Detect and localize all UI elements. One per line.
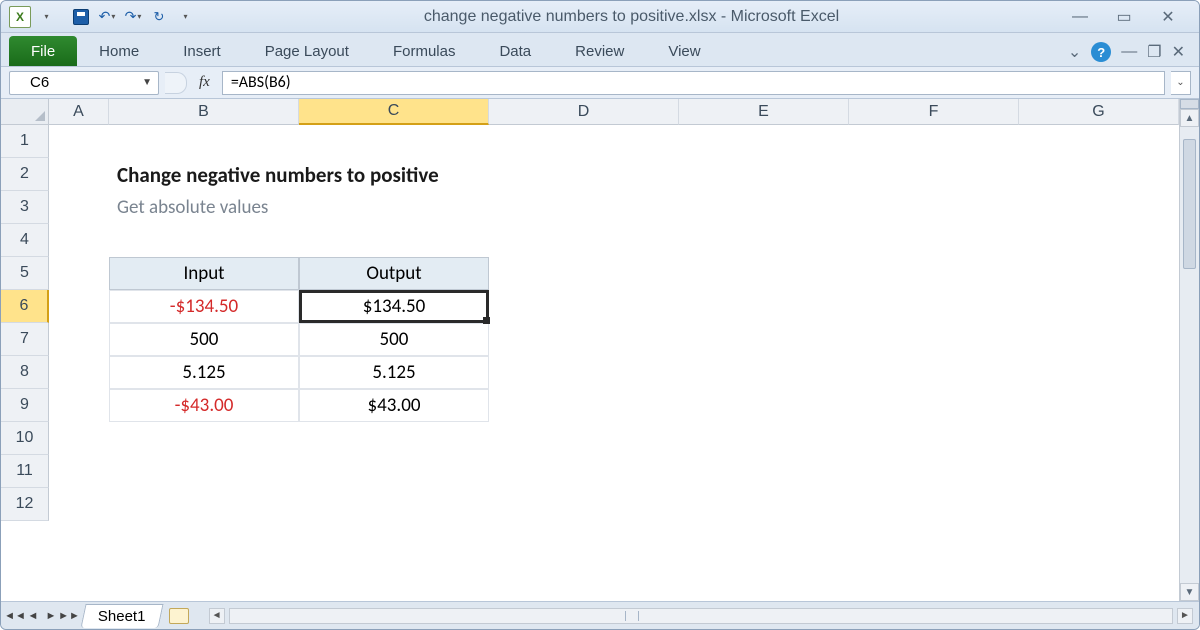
row-headers: 123456789101112 [1, 125, 49, 601]
column-header-C[interactable]: C [299, 99, 489, 125]
row-header-7[interactable]: 7 [1, 323, 49, 356]
cell-output-row6[interactable]: $134.50 [299, 290, 489, 323]
cancel-formula-button[interactable] [165, 72, 187, 94]
column-header-F[interactable]: F [849, 99, 1019, 125]
tab-formulas[interactable]: Formulas [371, 36, 478, 66]
tab-view[interactable]: View [646, 36, 722, 66]
help-icon[interactable]: ? [1091, 42, 1111, 62]
doc-restore-button[interactable]: ❐ [1147, 42, 1161, 62]
column-header-B[interactable]: B [109, 99, 299, 125]
column-headers: ABCDEFG [49, 99, 1179, 125]
scroll-up-button[interactable]: ▲ [1180, 109, 1199, 127]
cells-grid[interactable]: Change negative numbers to positiveGet a… [49, 125, 1179, 601]
subtitle-cell[interactable]: Get absolute values [109, 191, 609, 224]
hscroll-indicator [625, 611, 639, 621]
row-header-3[interactable]: 3 [1, 191, 49, 224]
title-cell[interactable]: Change negative numbers to positive [109, 158, 809, 191]
qat-dropdown[interactable]: ▾ [35, 6, 57, 28]
hscroll-right[interactable]: ► [1177, 608, 1193, 624]
file-tab[interactable]: File [9, 36, 77, 66]
horizontal-scrollbar[interactable]: ◄ ► [209, 608, 1193, 624]
formula-bar-expand[interactable]: ⌄ [1171, 71, 1191, 95]
save-button[interactable] [70, 6, 92, 28]
cell-input-row8[interactable]: 5.125 [109, 356, 299, 389]
excel-window: X ▾ ↶▾ ↷▾ ↻ ▾ change negative numbers to… [0, 0, 1200, 630]
undo-button[interactable]: ↶▾ [96, 6, 118, 28]
cell-output-row7[interactable]: 500 [299, 323, 489, 356]
tab-home[interactable]: Home [77, 36, 161, 66]
sheet-tab-active[interactable]: Sheet1 [80, 604, 163, 628]
doc-minimize-button[interactable]: — [1121, 43, 1137, 61]
select-all-corner[interactable] [1, 99, 49, 125]
row-header-12[interactable]: 12 [1, 488, 49, 521]
fill-handle[interactable] [483, 317, 490, 324]
formula-bar: C6 ▼ fx =ABS(B6) ⌄ [1, 67, 1199, 99]
vscroll-thumb[interactable] [1183, 139, 1196, 269]
formula-text: =ABS(B6) [231, 73, 291, 92]
row-header-4[interactable]: 4 [1, 224, 49, 257]
name-box-value: C6 [30, 74, 49, 91]
cell-output-row8[interactable]: 5.125 [299, 356, 489, 389]
redo-button[interactable]: ↷▾ [122, 6, 144, 28]
tab-review[interactable]: Review [553, 36, 646, 66]
fx-icon[interactable]: fx [193, 74, 216, 91]
column-header-D[interactable]: D [489, 99, 679, 125]
column-header-A[interactable]: A [49, 99, 109, 125]
minimize-button[interactable]: — [1067, 8, 1093, 26]
refresh-icon: ↻ [154, 9, 165, 25]
sheet-nav-prev[interactable]: ◄ [25, 608, 41, 624]
row-header-1[interactable]: 1 [1, 125, 49, 158]
tab-page-layout[interactable]: Page Layout [243, 36, 371, 66]
formula-input[interactable]: =ABS(B6) [222, 71, 1165, 95]
sheet-nav-last[interactable]: ►► [61, 608, 77, 624]
sheet-nav-buttons: ◄◄ ◄ ► ►► [7, 608, 77, 624]
title-bar: X ▾ ↶▾ ↷▾ ↻ ▾ change negative numbers to… [1, 1, 1199, 33]
new-sheet-button[interactable] [169, 608, 189, 624]
column-header-G[interactable]: G [1019, 99, 1179, 125]
ribbon-right-controls: ⌄ ? — ❐ ✕ [1068, 42, 1191, 66]
close-button[interactable]: ✕ [1155, 8, 1181, 26]
scroll-down-button[interactable]: ▼ [1180, 583, 1199, 601]
name-box-dropdown-icon[interactable]: ▼ [142, 77, 152, 88]
name-box[interactable]: C6 ▼ [9, 71, 159, 95]
table-header-output[interactable]: Output [299, 257, 489, 290]
cell-output-row9[interactable]: $43.00 [299, 389, 489, 422]
refresh-button[interactable]: ↻ [148, 6, 170, 28]
tab-data[interactable]: Data [477, 36, 553, 66]
redo-icon: ↷ [125, 8, 137, 25]
row-header-11[interactable]: 11 [1, 455, 49, 488]
sheet-nav-first[interactable]: ◄◄ [7, 608, 23, 624]
row-header-9[interactable]: 9 [1, 389, 49, 422]
row-header-6[interactable]: 6 [1, 290, 49, 323]
row-header-10[interactable]: 10 [1, 422, 49, 455]
cell-input-row9[interactable]: -$43.00 [109, 389, 299, 422]
window-controls: — ▭ ✕ [1067, 8, 1191, 26]
sheet-tab-label: Sheet1 [98, 608, 146, 625]
undo-icon: ↶ [99, 8, 111, 25]
row-header-2[interactable]: 2 [1, 158, 49, 191]
ribbon-expand-icon[interactable]: ⌄ [1068, 42, 1081, 62]
row-header-5[interactable]: 5 [1, 257, 49, 290]
qat-customize[interactable]: ▾ [174, 6, 196, 28]
maximize-button[interactable]: ▭ [1111, 8, 1137, 26]
tab-insert[interactable]: Insert [161, 36, 243, 66]
split-box-top[interactable] [1180, 99, 1199, 109]
vertical-scrollbar[interactable]: ▲ ▼ [1179, 99, 1199, 601]
sheet-tab-bar: ◄◄ ◄ ► ►► Sheet1 ◄ ► [1, 601, 1199, 629]
ribbon-tabs: File HomeInsertPage LayoutFormulasDataRe… [1, 33, 1199, 67]
sheet-nav-next[interactable]: ► [43, 608, 59, 624]
hscroll-left[interactable]: ◄ [209, 608, 225, 624]
window-title: change negative numbers to positive.xlsx… [196, 8, 1067, 26]
row-header-8[interactable]: 8 [1, 356, 49, 389]
save-icon [73, 9, 89, 25]
table-header-input[interactable]: Input [109, 257, 299, 290]
cell-input-row6[interactable]: -$134.50 [109, 290, 299, 323]
worksheet-area: ABCDEFG 123456789101112 Change negative … [1, 99, 1199, 601]
quick-access-toolbar: X ▾ ↶▾ ↷▾ ↻ ▾ [9, 6, 196, 28]
hscroll-track[interactable] [229, 608, 1173, 624]
excel-logo-icon[interactable]: X [9, 6, 31, 28]
column-header-E[interactable]: E [679, 99, 849, 125]
cell-input-row7[interactable]: 500 [109, 323, 299, 356]
doc-close-button[interactable]: ✕ [1172, 42, 1185, 62]
